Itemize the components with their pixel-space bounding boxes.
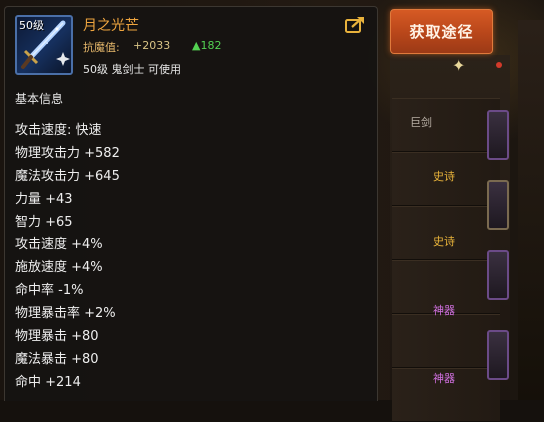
stat-list: 攻击速度: 快速 物理攻击力 +582 魔法攻击力 +645 力量 +43 智力… xyxy=(15,120,120,395)
background-grade-tag: 史诗 xyxy=(433,170,455,183)
background-grade-tag: 神器 xyxy=(433,304,455,317)
stat-physical-attack: 物理攻击力 +582 xyxy=(15,145,120,161)
background-scrollbar xyxy=(518,20,544,400)
stat-cast-speed: 施放速度 +4% xyxy=(15,260,103,276)
stat-magic-attack: 魔法攻击力 +645 xyxy=(15,168,120,184)
notification-dot xyxy=(496,62,502,68)
share-icon[interactable] xyxy=(344,15,366,35)
stat-strength: 力量 +43 xyxy=(15,191,73,207)
resist-value: +2033 xyxy=(133,39,171,52)
item-level-badge: 50级 xyxy=(19,19,44,32)
resist-label: 抗魔值: xyxy=(83,41,120,54)
item-name: 月之光芒 xyxy=(83,18,139,34)
stat-physical-crit: 物理暴击 +80 xyxy=(15,329,99,345)
stat-hit-rate: 命中率 -1% xyxy=(15,283,84,299)
get-source-label: 获取途径 xyxy=(409,23,474,41)
background-grade-tag: 巨剑 xyxy=(410,116,432,129)
get-source-button[interactable]: 获取途径 xyxy=(390,9,493,54)
stat-magic-crit: 魔法暴击 +80 xyxy=(15,351,99,367)
background-grade-tag: 神器 xyxy=(433,372,455,385)
background-item-thumb[interactable] xyxy=(487,250,509,300)
background-list-row[interactable] xyxy=(392,314,500,368)
basic-info-title: 基本信息 xyxy=(15,92,64,106)
stat-intelligence: 智力 +65 xyxy=(15,214,73,230)
stat-attack-speed-type: 攻击速度: 快速 xyxy=(15,123,102,138)
stat-hit: 命中 +214 xyxy=(15,374,81,390)
stat-physical-crit-rate: 物理暴击率 +2% xyxy=(15,306,116,322)
resist-increase: ▲182 xyxy=(192,39,222,52)
background-item-thumb[interactable] xyxy=(487,180,509,230)
background-grade-tag: 史诗 xyxy=(433,235,455,248)
item-tooltip: 50级 月之光芒 抗魔值: +2033 ▲182 50级 鬼剑士 可使用 基本信… xyxy=(4,6,378,401)
background-item-thumb[interactable] xyxy=(487,330,509,380)
stat-attack-speed: 攻击速度 +4% xyxy=(15,237,103,253)
sword-icon: 50级 xyxy=(15,15,73,75)
sparkle-icon: ✦ xyxy=(452,56,466,75)
item-requirement: 50级 鬼剑士 可使用 xyxy=(83,63,181,76)
background-item-thumb[interactable] xyxy=(487,110,509,160)
background-list-row[interactable] xyxy=(392,98,500,152)
